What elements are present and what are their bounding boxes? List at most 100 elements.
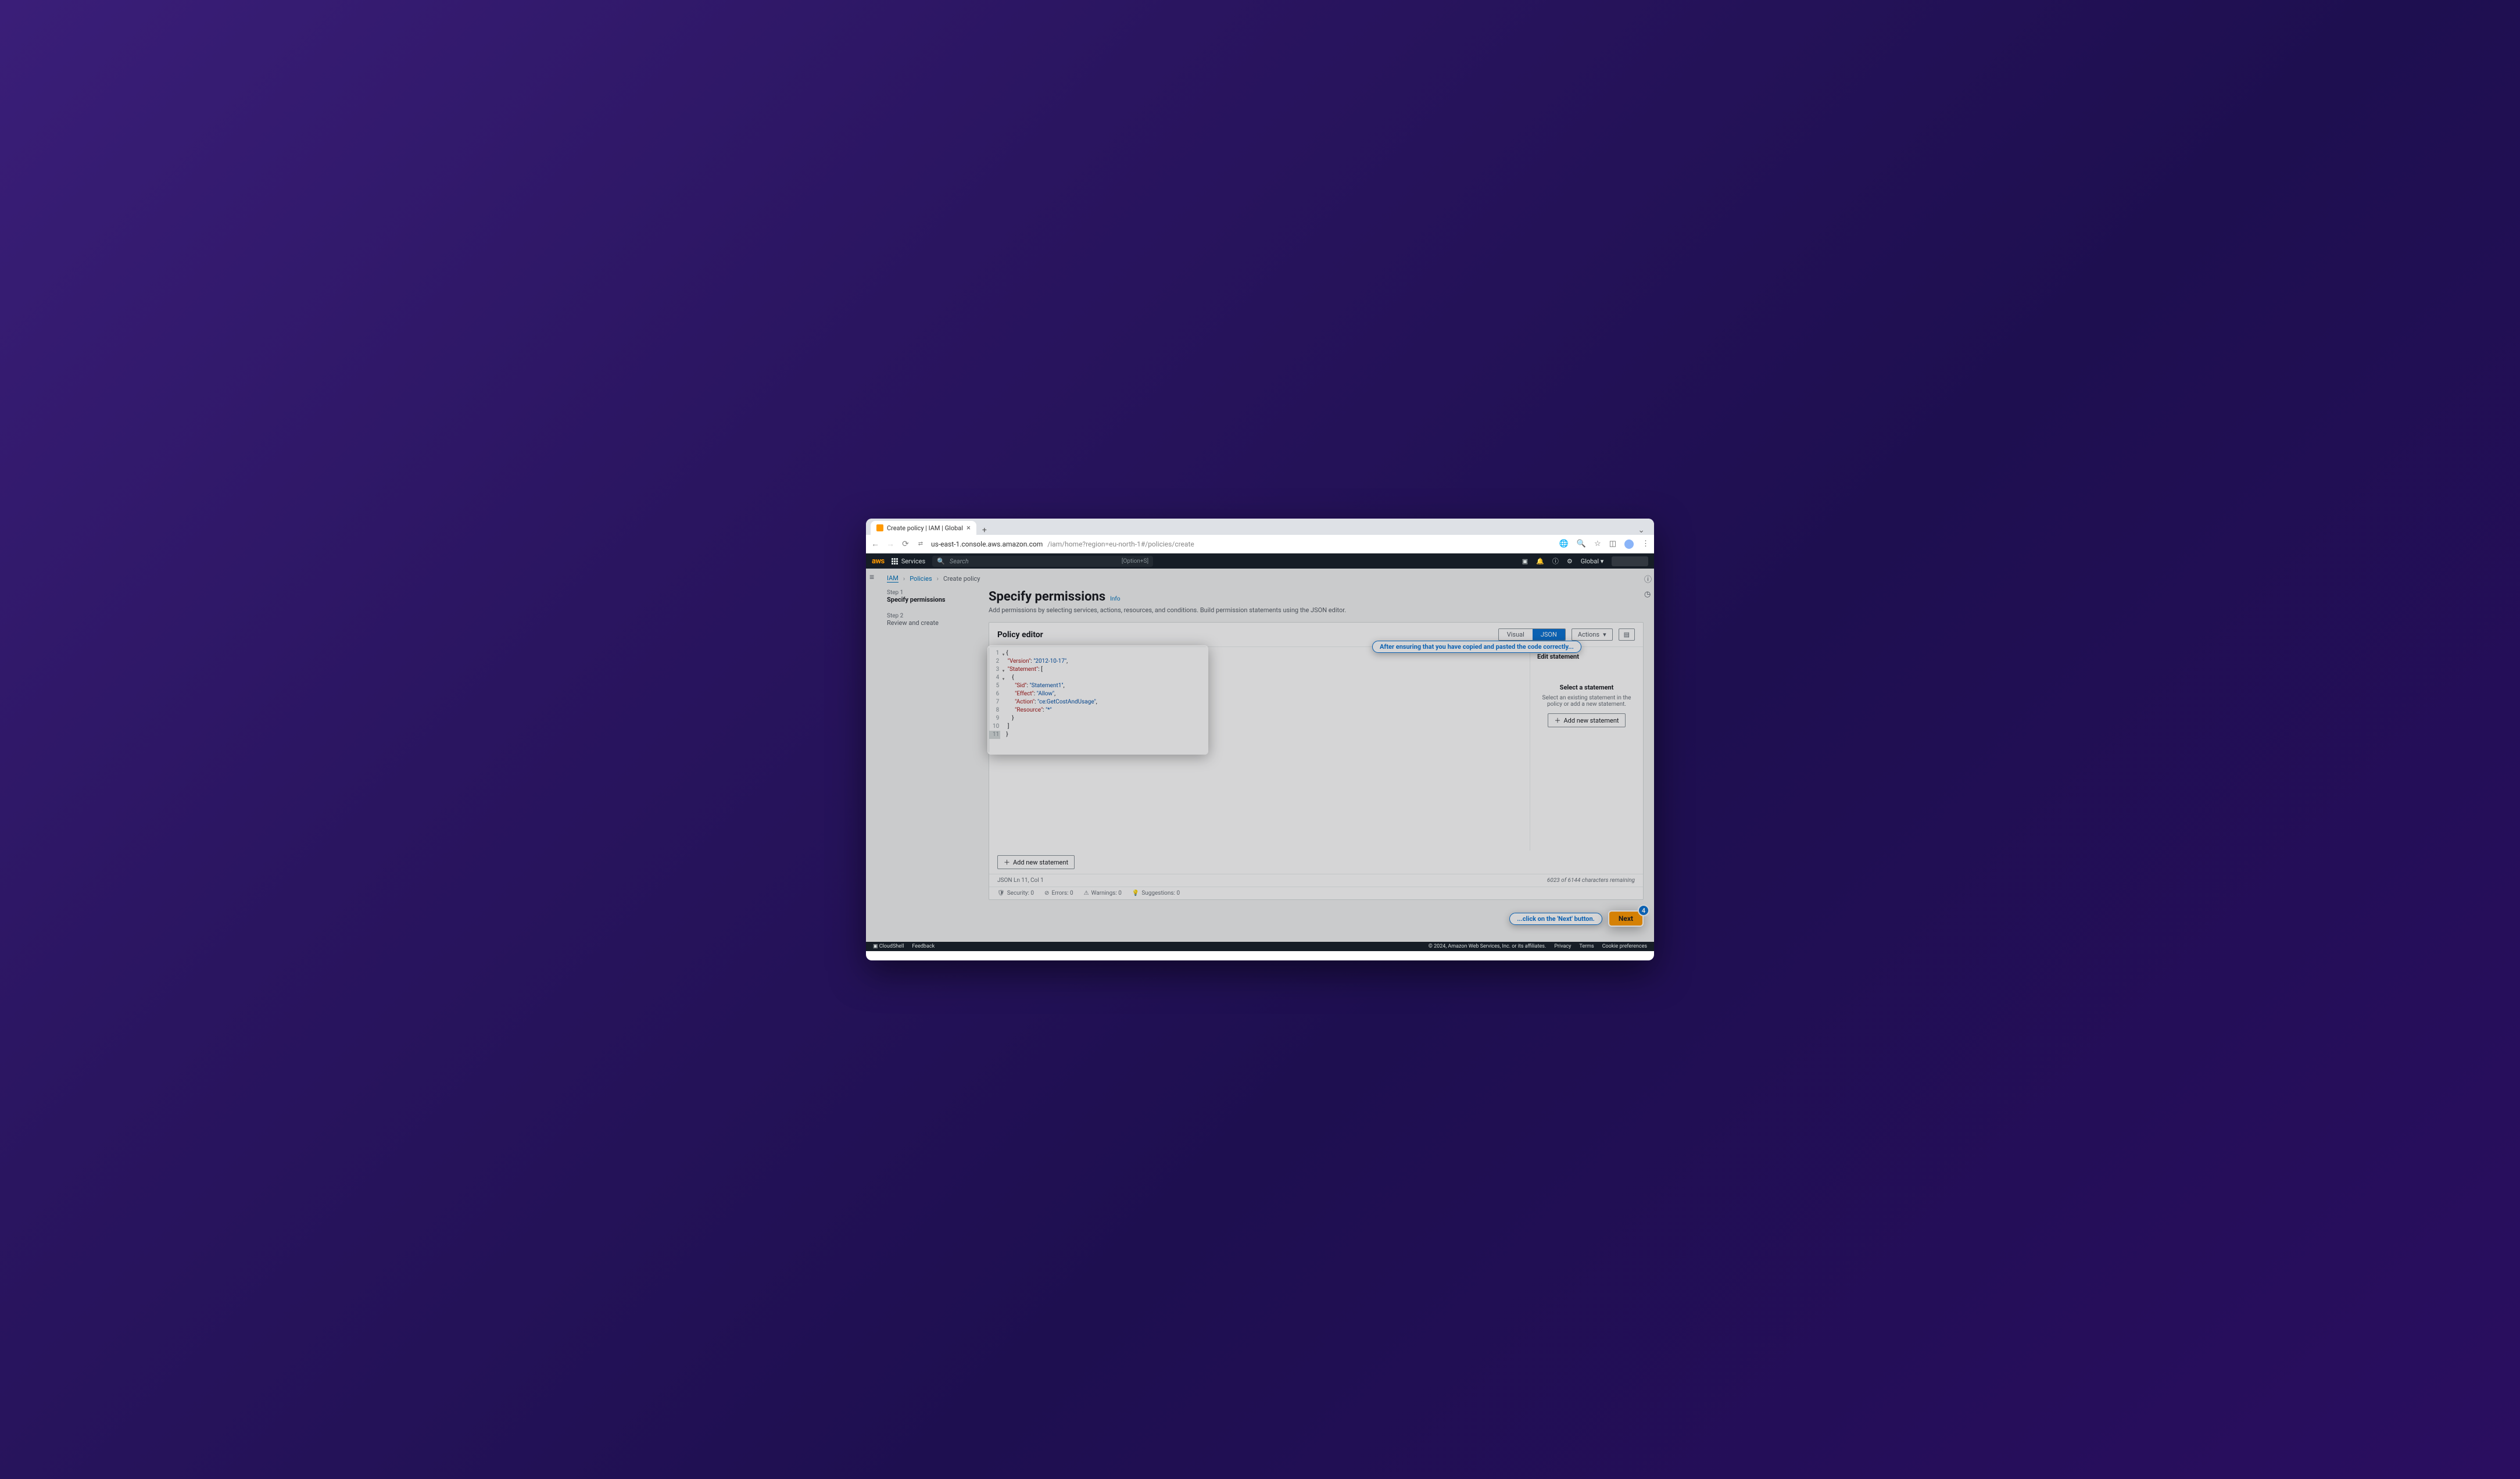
new-tab-button[interactable]: + [976, 526, 993, 535]
cursor-position: JSON Ln 11, Col 1 [997, 877, 1044, 884]
editor-status-bar: JSON Ln 11, Col 1 6023 of 6144 character… [989, 874, 1643, 887]
suggestions-badge[interactable]: 💡 Suggestions: 0 [1132, 890, 1180, 896]
menu-icon[interactable]: ⋮ [1642, 540, 1649, 548]
account-menu[interactable] [1612, 556, 1648, 566]
info-rail-icon[interactable]: ⓘ [1644, 573, 1652, 584]
bookmark-icon[interactable]: ☆ [1594, 540, 1601, 548]
step-number: Step 1 [887, 590, 977, 596]
aws-logo[interactable]: aws [872, 557, 885, 566]
sidebar-toggle-icon[interactable]: ≡ [869, 572, 874, 582]
privacy-link[interactable]: Privacy [1554, 944, 1571, 949]
page-subtitle: Add permissions by selecting services, a… [989, 606, 1644, 614]
step-label: Review and create [887, 619, 977, 627]
aws-nav-bar: aws Services 🔍 Search [Option+S] ▣ 🔔 ⓘ ⚙… [866, 553, 1654, 569]
url-path: /iam/home?region=eu-north-1#/policies/cr… [1047, 540, 1194, 548]
tutorial-callout-editor: After ensuring that you have copied and … [1372, 641, 1581, 653]
visual-mode-button[interactable]: Visual [1499, 629, 1533, 640]
wizard-steps: Step 1 Specify permissions Step 2 Review… [887, 590, 977, 927]
editor-title: Policy editor [997, 630, 1043, 640]
aws-nav-right: ▣ 🔔 ⓘ ⚙ Global ▾ [1522, 556, 1648, 566]
tab-strip: Create policy | IAM | Global × + ⌄ [866, 519, 1654, 535]
search-placeholder: Search [950, 558, 969, 565]
reload-button[interactable]: ⟳ [901, 540, 910, 549]
cloudshell-icon[interactable]: ▣ [1522, 558, 1528, 565]
statement-panel: Edit statement Select a statement Select… [1530, 647, 1643, 851]
format-icon-button[interactable]: ▤ [1619, 628, 1635, 641]
validation-bar: 🛡 Security: 0 ⊘ Errors: 0 ⚠ Warnings: 0 … [989, 887, 1643, 899]
browser-window: Create policy | IAM | Global × + ⌄ ← → ⟳… [866, 519, 1654, 960]
forward-button[interactable]: → [886, 539, 895, 549]
help-icon[interactable]: ⓘ [1552, 556, 1559, 566]
info-link[interactable]: Info [1110, 596, 1120, 602]
actions-dropdown[interactable]: Actions ▾ [1572, 628, 1613, 641]
url-host: us-east-1.console.aws.amazon.com [931, 540, 1043, 548]
wizard-step-2[interactable]: Step 2 Review and create [887, 613, 977, 627]
tab-dropdown-icon[interactable]: ⌄ [1633, 526, 1649, 535]
notifications-icon[interactable]: 🔔 [1536, 558, 1544, 565]
errors-badge[interactable]: ⊘ Errors: 0 [1044, 890, 1073, 896]
next-button[interactable]: Next 4 [1608, 910, 1644, 927]
step-label: Specify permissions [887, 596, 977, 603]
site-info-icon[interactable]: ⇄ [916, 541, 925, 547]
code-editor[interactable]: 1▾ 2 3▾ 4▾ 5 6 7 8 9 [989, 647, 1530, 851]
url-field[interactable]: us-east-1.console.aws.amazon.com/iam/hom… [931, 540, 1553, 548]
clock-rail-icon[interactable]: ◷ [1644, 590, 1652, 599]
services-label: Services [901, 558, 925, 565]
back-button[interactable]: ← [871, 539, 880, 549]
panel-title: Edit statement [1537, 653, 1636, 660]
content: IAM › Policies › Create policy Step 1 Sp… [866, 569, 1654, 951]
tutorial-callout-next: ...click on the 'Next' button. [1509, 913, 1602, 925]
tutorial-step-badge: 4 [1638, 905, 1649, 916]
breadcrumb-policies[interactable]: Policies [910, 575, 932, 583]
tab-title: Create policy | IAM | Global [887, 524, 963, 532]
add-statement-button-bottom[interactable]: ＋ Add new statement [997, 855, 1075, 869]
breadcrumb: IAM › Policies › Create policy [887, 574, 1644, 583]
panel-icon[interactable]: ◫ [1609, 540, 1616, 548]
json-mode-button[interactable]: JSON [1533, 629, 1565, 640]
plus-icon: ＋ [1554, 716, 1560, 725]
line-numbers: 1▾ 2 3▾ 4▾ 5 6 7 8 9 [989, 649, 1003, 739]
cookies-link[interactable]: Cookie preferences [1602, 944, 1647, 949]
main-area: ≡ ⓘ ◷ IAM › Policies › Create policy Ste… [866, 569, 1654, 951]
profile-icon[interactable] [1624, 540, 1634, 549]
feedback-link[interactable]: Feedback [912, 944, 935, 949]
chevron-right-icon: › [903, 575, 905, 583]
breadcrumb-iam[interactable]: IAM [887, 574, 899, 583]
code-text: { "Version": "2012-10-17", "Statement": … [1003, 649, 1097, 739]
search-hint: [Option+S] [1122, 558, 1148, 565]
url-actions: 🌐 🔍 ☆ ◫ ⋮ [1559, 540, 1649, 549]
select-statement-title: Select a statement [1537, 684, 1636, 691]
copyright: © 2024, Amazon Web Services, Inc. or its… [1429, 944, 1547, 949]
services-menu[interactable]: Services [892, 558, 925, 565]
zoom-icon[interactable]: 🔍 [1577, 540, 1586, 548]
main-column: Specify permissions Info Add permissions… [989, 590, 1644, 927]
aws-favicon [876, 524, 883, 531]
char-count: 6023 of 6144 characters remaining [1547, 877, 1635, 884]
breadcrumb-current: Create policy [943, 575, 980, 583]
url-bar: ← → ⟳ ⇄ us-east-1.console.aws.amazon.com… [866, 535, 1654, 553]
right-rail-icons: ⓘ ◷ [1644, 573, 1652, 599]
plus-icon: ＋ [1004, 858, 1010, 867]
warnings-badge[interactable]: ⚠ Warnings: 0 [1084, 890, 1122, 896]
page-title: Specify permissions Info [989, 590, 1644, 604]
add-statement-button[interactable]: ＋ Add new statement [1548, 713, 1625, 727]
step-number: Step 2 [887, 613, 977, 619]
policy-editor-card: Policy editor Visual JSON Actions ▾ [989, 622, 1644, 900]
wizard-step-1[interactable]: Step 1 Specify permissions [887, 590, 977, 603]
caret-down-icon: ▾ [1603, 631, 1606, 638]
region-selector[interactable]: Global ▾ [1581, 558, 1604, 565]
editor-controls: Visual JSON Actions ▾ ▤ [1498, 628, 1635, 641]
aws-search[interactable]: 🔍 Search [Option+S] [932, 556, 1153, 567]
select-statement-sub: Select an existing statement in the poli… [1537, 695, 1636, 708]
chevron-right-icon: › [937, 575, 939, 583]
cloudshell-link[interactable]: ▣ CloudShell [873, 944, 904, 949]
editor-mode-toggle: Visual JSON [1498, 628, 1566, 641]
security-badge[interactable]: 🛡 Security: 0 [997, 890, 1034, 896]
search-icon: 🔍 [937, 558, 945, 565]
terms-link[interactable]: Terms [1579, 944, 1594, 949]
translate-icon[interactable]: 🌐 [1559, 540, 1569, 548]
settings-icon[interactable]: ⚙ [1567, 558, 1573, 565]
next-row: ...click on the 'Next' button. Next 4 [989, 910, 1644, 927]
browser-tab[interactable]: Create policy | IAM | Global × [871, 521, 976, 535]
close-tab-icon[interactable]: × [967, 524, 971, 533]
